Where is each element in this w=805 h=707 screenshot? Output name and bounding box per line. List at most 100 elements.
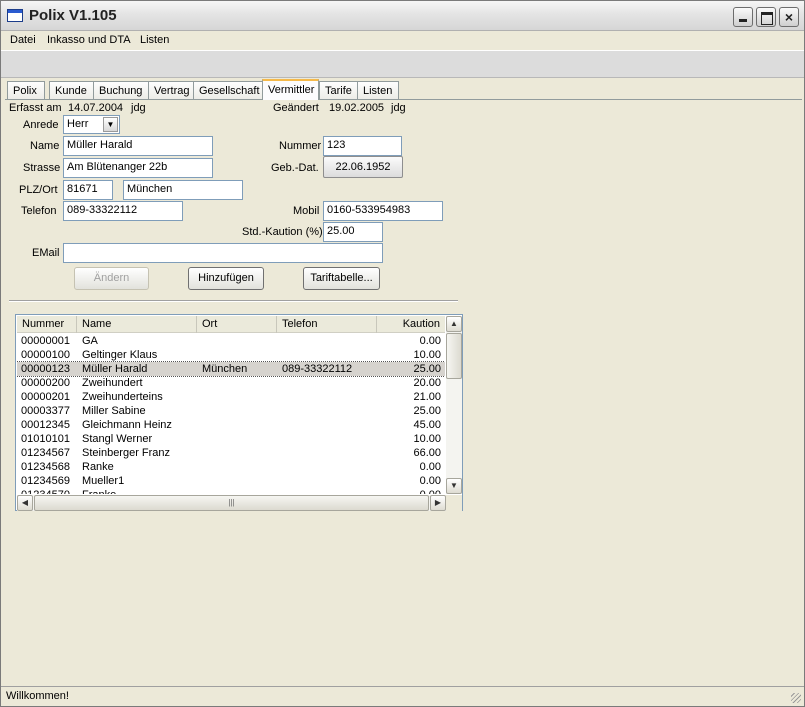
ort-field[interactable]: München: [123, 180, 243, 200]
cell-name: Franke: [82, 488, 196, 494]
resize-grip-icon[interactable]: [791, 693, 801, 703]
tab-listen[interactable]: Listen: [357, 81, 399, 100]
table-row[interactable]: 01234569 Mueller1 0.00: [17, 474, 445, 488]
cell-ort: München: [202, 363, 248, 375]
plz-field[interactable]: 81671: [63, 180, 113, 200]
cell-name: Zweihundert: [82, 377, 143, 389]
scroll-up-icon[interactable]: ▲: [446, 316, 462, 332]
menu-bar: Datei Inkasso und DTA Listen: [1, 31, 804, 50]
tariftabelle-button[interactable]: Tariftabelle...: [303, 267, 380, 290]
geaendert-label: Geändert: [273, 102, 319, 114]
table-row[interactable]: 01234567 Steinberger Franz 66.00: [17, 446, 445, 460]
menu-datei[interactable]: Datei: [10, 34, 36, 46]
cell-name: Geltinger Klaus: [82, 349, 158, 361]
cell-nummer: 01234570: [21, 488, 77, 494]
tab-tarife[interactable]: Tarife: [319, 81, 359, 100]
cell-kaution: 21.00: [413, 391, 441, 403]
vertical-scroll-thumb[interactable]: [446, 333, 462, 379]
anrede-label: Anrede: [23, 119, 59, 131]
hinzufuegen-button[interactable]: Hinzufügen: [188, 267, 264, 290]
cell-kaution: 66.00: [413, 447, 441, 459]
minimize-button[interactable]: [733, 7, 753, 27]
tab-kunde[interactable]: Kunde: [49, 81, 95, 100]
separator: [9, 300, 458, 302]
cell-ort: [202, 404, 276, 418]
gebdat-label: Geb.-Dat.: [271, 162, 319, 174]
tab-vermittler[interactable]: Vermittler: [262, 79, 319, 100]
strasse-field[interactable]: Am Blütenanger 22b: [63, 158, 213, 178]
tab-buchung[interactable]: Buchung: [93, 81, 151, 100]
table-row[interactable]: 01010101 Stangl Werner 10.00: [17, 432, 445, 446]
table-row[interactable]: 01234568 Ranke 0.00: [17, 460, 445, 474]
cell-name: Müller Harald: [82, 363, 148, 375]
nummer-label: Nummer: [279, 140, 322, 152]
cell-nummer: 00000100: [21, 349, 70, 361]
tab-polix[interactable]: Polix: [7, 81, 45, 100]
table-row[interactable]: 00000200 Zweihundert 20.00: [17, 376, 445, 390]
geaendert-date: 19.02.2005: [329, 102, 385, 114]
aendern-button[interactable]: Ändern: [74, 267, 149, 290]
maximize-button[interactable]: [756, 7, 776, 27]
cell-nummer: 00000200: [21, 377, 70, 389]
cell-telefon: [282, 488, 376, 494]
kaution-label: Std.-Kaution (%): [242, 226, 323, 238]
column-header-name[interactable]: Name: [77, 316, 197, 333]
cell-ort: [202, 418, 276, 432]
column-header-kaution[interactable]: Kaution: [377, 316, 445, 333]
table-row[interactable]: 00000100 Geltinger Klaus 10.00: [17, 348, 445, 362]
cell-name: Mueller1: [82, 475, 125, 487]
cell-name: Ranke: [82, 461, 114, 473]
table-row[interactable]: 00000001 GA 0.00: [17, 334, 445, 348]
horizontal-scrollbar[interactable]: ◀ ||| ▶: [17, 495, 446, 511]
cell-kaution: 20.00: [413, 377, 441, 389]
table-row[interactable]: 01234570 Franke 0.00: [17, 488, 445, 494]
cell-ort: [202, 432, 276, 446]
gebdat-button[interactable]: 22.06.1952: [323, 156, 403, 178]
horizontal-scroll-thumb[interactable]: |||: [34, 495, 429, 511]
vermittler-list[interactable]: Nummer Name Ort Telefon Kaution 00000001…: [15, 314, 463, 511]
column-header-telefon[interactable]: Telefon: [277, 316, 377, 333]
cell-ort: [202, 390, 276, 404]
table-row[interactable]: 00012345 Gleichmann Heinz 45.00: [17, 418, 445, 432]
nummer-field[interactable]: 123: [323, 136, 402, 156]
scroll-left-icon[interactable]: ◀: [17, 495, 33, 511]
email-field[interactable]: [63, 243, 383, 263]
close-button[interactable]: ×: [779, 7, 799, 27]
erfasst-user: jdg: [131, 102, 146, 114]
column-header-ort[interactable]: Ort: [197, 316, 277, 333]
cell-telefon: [282, 418, 376, 432]
cell-telefon: [282, 404, 376, 418]
cell-nummer: 01234569: [21, 475, 70, 487]
cell-nummer: 00000001: [21, 335, 70, 347]
cell-telefon: [282, 334, 376, 348]
kaution-field[interactable]: 25.00: [323, 222, 383, 242]
cell-ort: [202, 488, 276, 494]
cell-telefon: [282, 474, 376, 488]
cell-nummer: 00000123: [21, 363, 70, 375]
column-header-nummer[interactable]: Nummer: [17, 316, 77, 333]
cell-kaution: 0.00: [377, 488, 441, 494]
telefon-label: Telefon: [21, 205, 57, 217]
anrede-select[interactable]: Herr ▼: [63, 115, 120, 134]
status-text: Willkommen!: [6, 690, 69, 702]
chevron-down-icon[interactable]: ▼: [103, 117, 118, 132]
cell-telefon: [282, 460, 376, 474]
tab-vertrag[interactable]: Vertrag: [148, 81, 198, 100]
tab-gesellschaft[interactable]: Gesellschaft: [193, 81, 263, 100]
telefon-field[interactable]: 089-33322112: [63, 201, 183, 221]
cell-kaution: 0.00: [419, 461, 441, 473]
table-row[interactable]: 00000201 Zweihunderteins 21.00: [17, 390, 445, 404]
menu-inkasso-dta[interactable]: Inkasso und DTA: [47, 34, 131, 46]
cell-name: GA: [82, 335, 98, 347]
cell-kaution: 0.00: [419, 475, 441, 487]
cell-kaution: 10.00: [413, 349, 441, 361]
mobil-field[interactable]: 0160-533954983: [323, 201, 443, 221]
table-row[interactable]: 00003377 Miller Sabine 25.00: [17, 404, 445, 418]
menu-listen[interactable]: Listen: [140, 34, 169, 46]
name-field[interactable]: Müller Harald: [63, 136, 213, 156]
scroll-down-icon[interactable]: ▼: [446, 478, 462, 494]
cell-nummer: 00012345: [21, 419, 70, 431]
scroll-right-icon[interactable]: ▶: [430, 495, 446, 511]
table-row[interactable]: 00000123 Müller Harald München 089-33322112…: [17, 361, 445, 377]
vertical-scrollbar[interactable]: ▲ ▼: [446, 316, 462, 494]
